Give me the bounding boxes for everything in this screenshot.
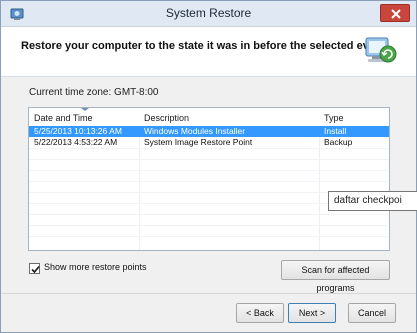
restore-points-table[interactable]: Date and Time Description Type 5/25/2013… — [28, 107, 390, 251]
row-divider — [29, 236, 389, 237]
checkmark-icon — [31, 265, 40, 274]
row-divider — [29, 159, 389, 160]
header-instruction: Restore your computer to the state it wa… — [21, 40, 386, 52]
column-header-type[interactable]: Type — [319, 108, 389, 126]
restore-computer-icon — [360, 30, 398, 75]
table-row[interactable]: 5/25/2013 10:13:26 AM Windows Modules In… — [29, 126, 389, 137]
scan-affected-programs-button[interactable]: Scan for affected programs — [281, 260, 390, 293]
close-button[interactable] — [380, 4, 410, 22]
row-divider — [29, 181, 389, 182]
title-bar[interactable]: System Restore — [1, 1, 416, 27]
row-divider — [29, 170, 389, 171]
column-header-description[interactable]: Description — [139, 108, 319, 126]
footer-divider — [1, 293, 416, 294]
next-button[interactable]: Next > — [288, 303, 336, 323]
row-type: Install — [324, 126, 347, 136]
window-title: System Restore — [165, 6, 252, 20]
timezone-label: Current time zone: GMT-8:00 — [29, 87, 159, 98]
row-divider — [29, 225, 389, 226]
back-button[interactable]: < Back — [236, 303, 284, 323]
table-row[interactable]: 5/22/2013 4:53:22 AM System Image Restor… — [29, 137, 389, 148]
row-divider — [29, 148, 389, 149]
row-divider — [29, 214, 389, 215]
system-restore-window: System Restore Restore your computer to … — [0, 0, 417, 333]
row-description: Windows Modules Installer — [144, 126, 246, 136]
close-icon — [391, 9, 401, 19]
show-more-checkbox[interactable] — [29, 263, 40, 274]
column-header-date[interactable]: Date and Time — [29, 108, 139, 126]
show-more-label: Show more restore points — [44, 262, 147, 272]
row-date: 5/25/2013 10:13:26 AM — [34, 126, 122, 136]
row-date: 5/22/2013 4:53:22 AM — [34, 137, 118, 147]
header-panel: Restore your computer to the state it wa… — [1, 27, 416, 77]
cancel-button[interactable]: Cancel — [348, 303, 396, 323]
row-type: Backup — [324, 137, 353, 147]
row-description: System Image Restore Point — [144, 137, 253, 147]
tooltip: daftar checkpoi — [328, 191, 417, 211]
table-header: Date and Time Description Type — [29, 108, 389, 126]
